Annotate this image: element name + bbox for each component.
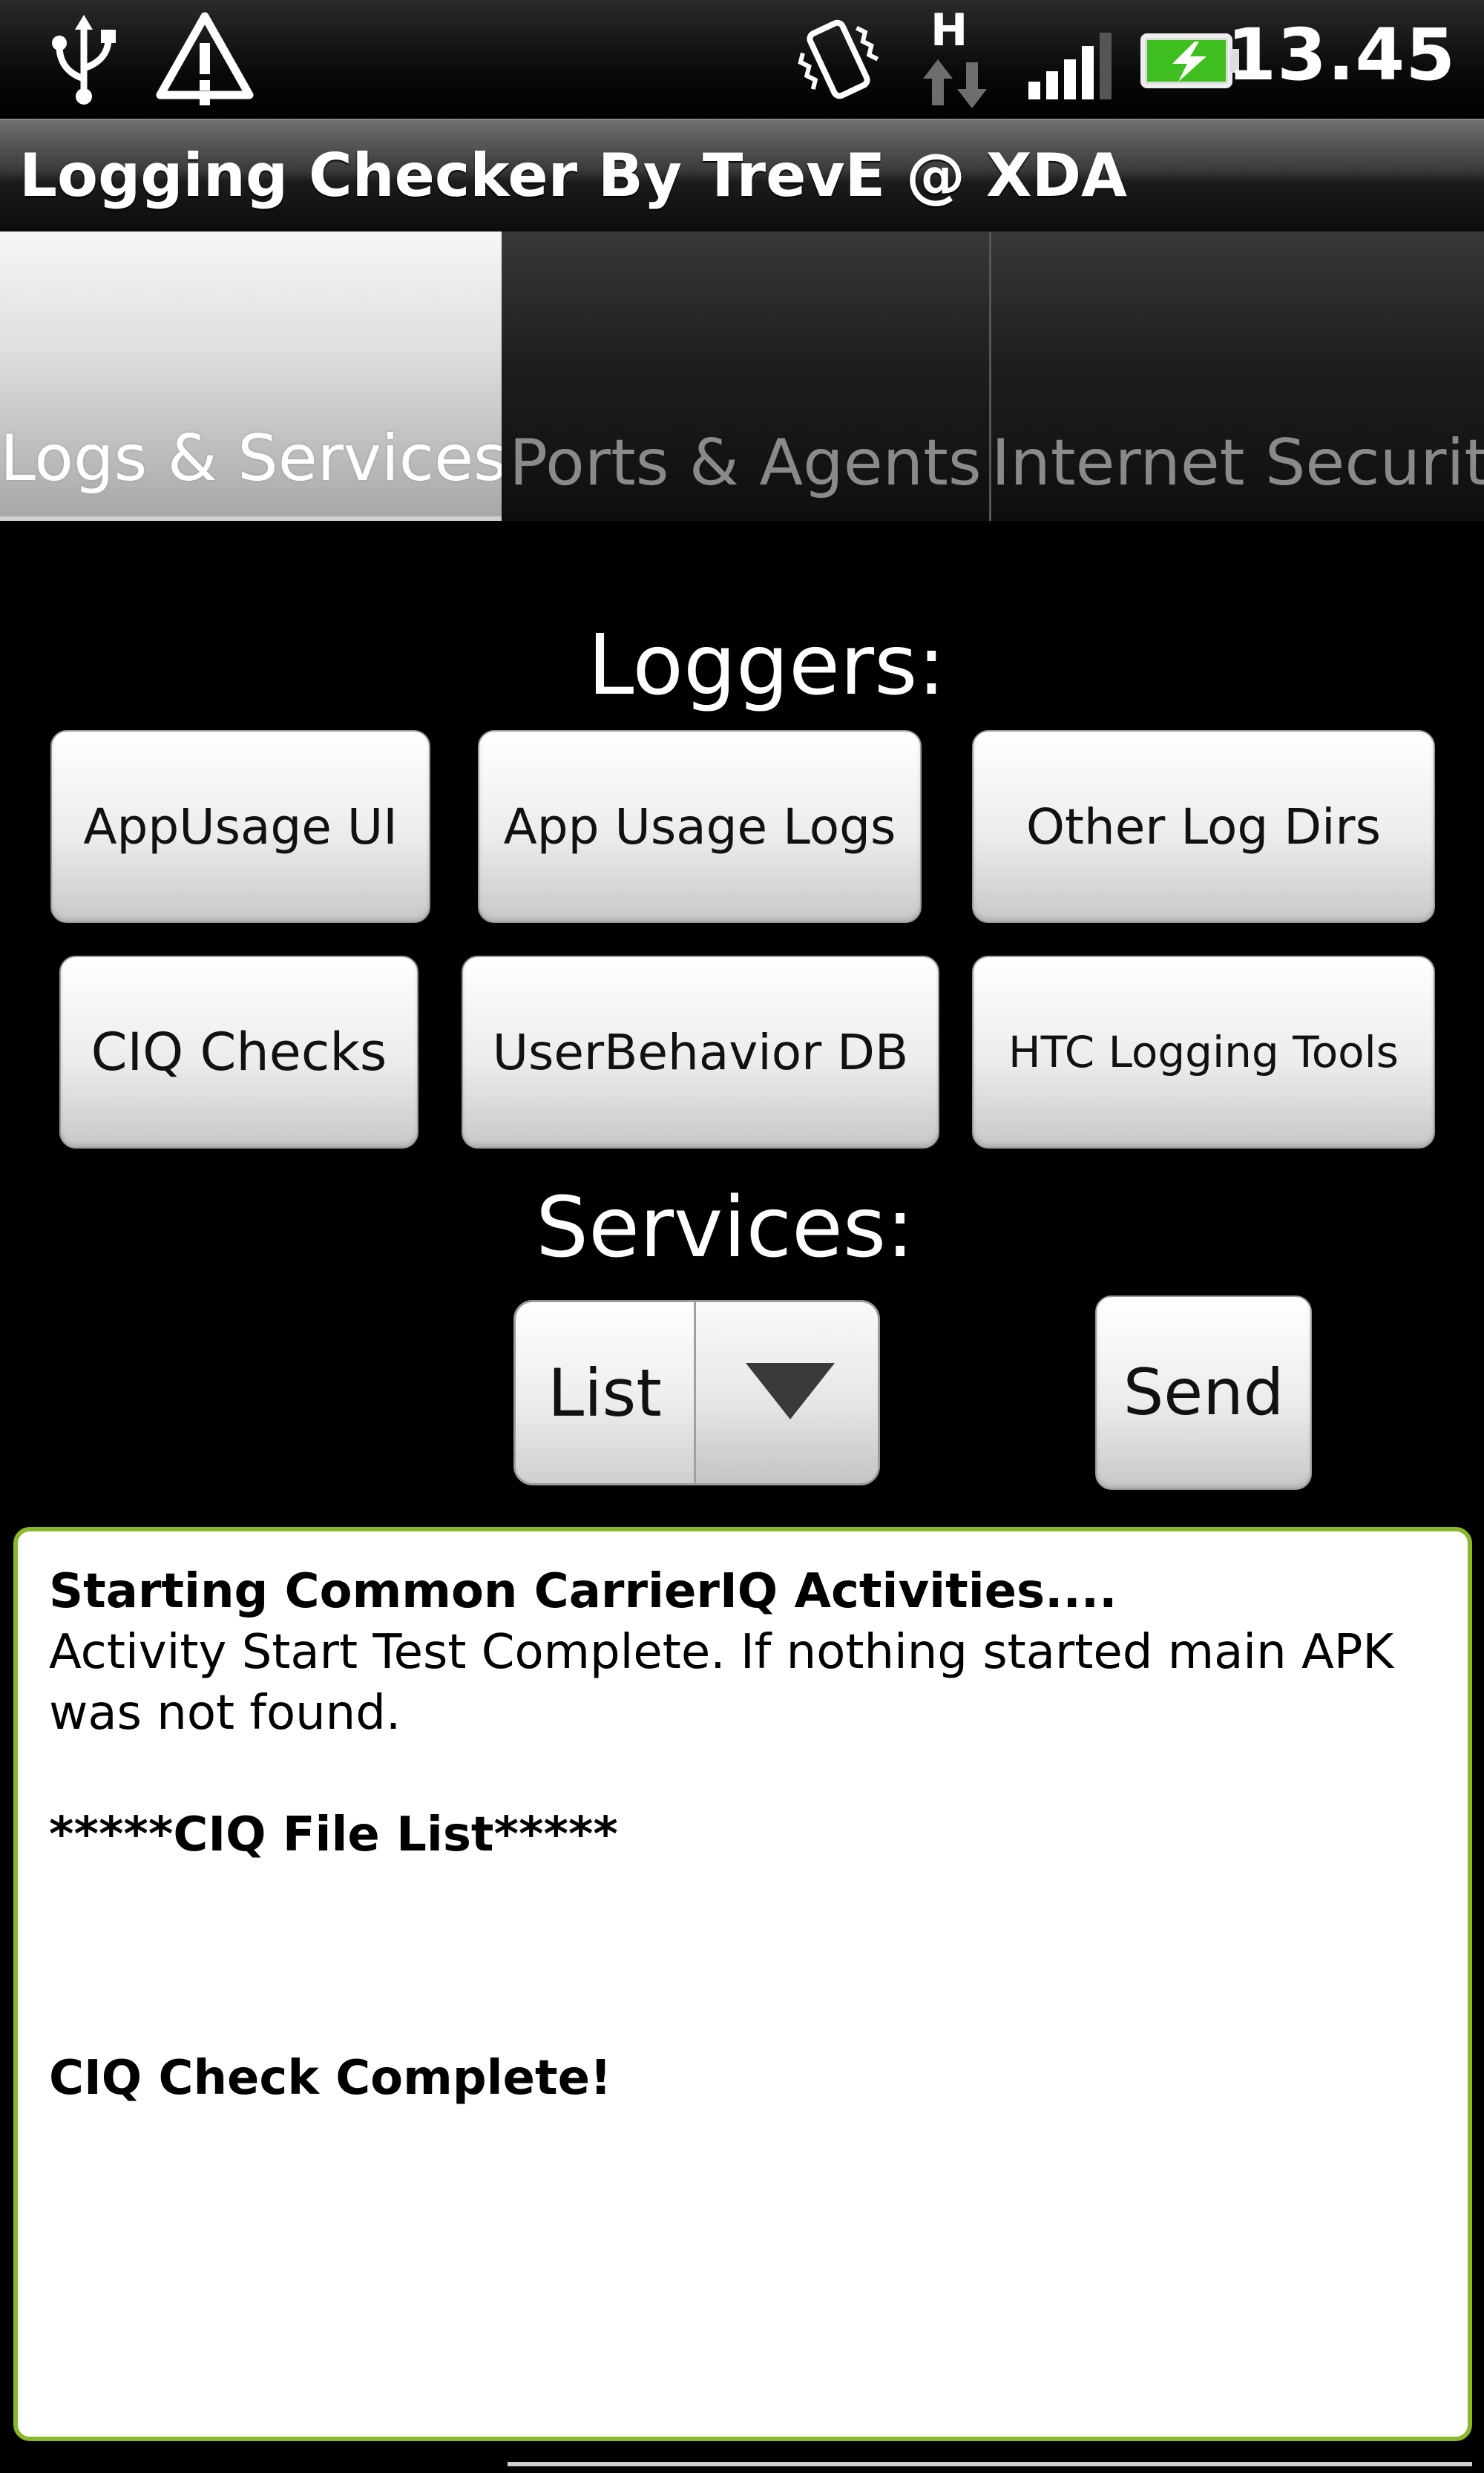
chevron-down-icon	[746, 1363, 835, 1419]
htc-logging-tools-button[interactable]: HTC Logging Tools	[972, 956, 1435, 1149]
signal-icon	[1028, 33, 1112, 99]
send-button[interactable]: Send	[1095, 1295, 1312, 1490]
output-line: Starting Common CarrierIQ Activities....	[49, 1564, 1117, 1619]
tab-label: Internet Security	[991, 426, 1484, 500]
output-blank-line	[49, 1744, 1468, 1804]
output-line: Activity Start Test Complete. If nothing…	[49, 1625, 1394, 1680]
app-usage-logs-button[interactable]: App Usage Logs	[478, 730, 922, 923]
network-type-label: H	[930, 4, 968, 56]
tab-logs-services[interactable]: Logs & Services	[0, 231, 502, 521]
appusage-ui-button[interactable]: AppUsage UI	[50, 730, 430, 923]
warning-icon	[156, 12, 254, 105]
other-log-dirs-button[interactable]: Other Log Dirs	[972, 730, 1435, 923]
output-line: CIQ Check Complete!	[49, 2051, 612, 2106]
output-blank-line	[49, 1865, 1468, 1926]
status-bar: H 13.45	[0, 0, 1484, 119]
clock: 13.45	[1227, 13, 1456, 96]
userbehavior-db-button[interactable]: UserBehavior DB	[462, 956, 939, 1149]
usb-icon	[52, 15, 116, 105]
output-blank-line	[49, 1987, 1468, 2048]
services-spinner[interactable]: List	[513, 1300, 880, 1485]
tab-label: Logs & Services	[0, 421, 502, 496]
tab-ports-agents[interactable]: Ports & Agents	[502, 231, 991, 521]
output-line: *****CIQ File List*****	[49, 1807, 618, 1862]
title-bar: Logging Checker By TrevE @ XDA	[0, 119, 1484, 231]
output-line: was not found.	[49, 1686, 401, 1741]
data-arrows-icon	[923, 59, 987, 108]
services-heading: Services:	[536, 1180, 915, 1276]
vibrate-icon	[798, 19, 879, 99]
tab-label: Ports & Agents	[509, 426, 982, 500]
tab-internet-security[interactable]: Internet Security	[991, 231, 1484, 521]
spinner-selected-value: List	[548, 1354, 662, 1431]
battery-charging-icon	[1140, 33, 1239, 88]
tab-bar: Logs & Services Ports & Agents Internet …	[0, 231, 1484, 525]
log-output-box[interactable]: Starting Common CarrierIQ Activities....…	[13, 1527, 1472, 2441]
output-blank-line	[49, 1926, 1468, 1987]
ciq-checks-button[interactable]: CIQ Checks	[59, 956, 418, 1149]
spinner-dropdown[interactable]	[694, 1302, 878, 1483]
app-title: Logging Checker By TrevE @ XDA	[19, 141, 1127, 210]
loggers-heading: Loggers:	[588, 617, 946, 714]
scroll-indicator	[508, 2462, 1472, 2466]
